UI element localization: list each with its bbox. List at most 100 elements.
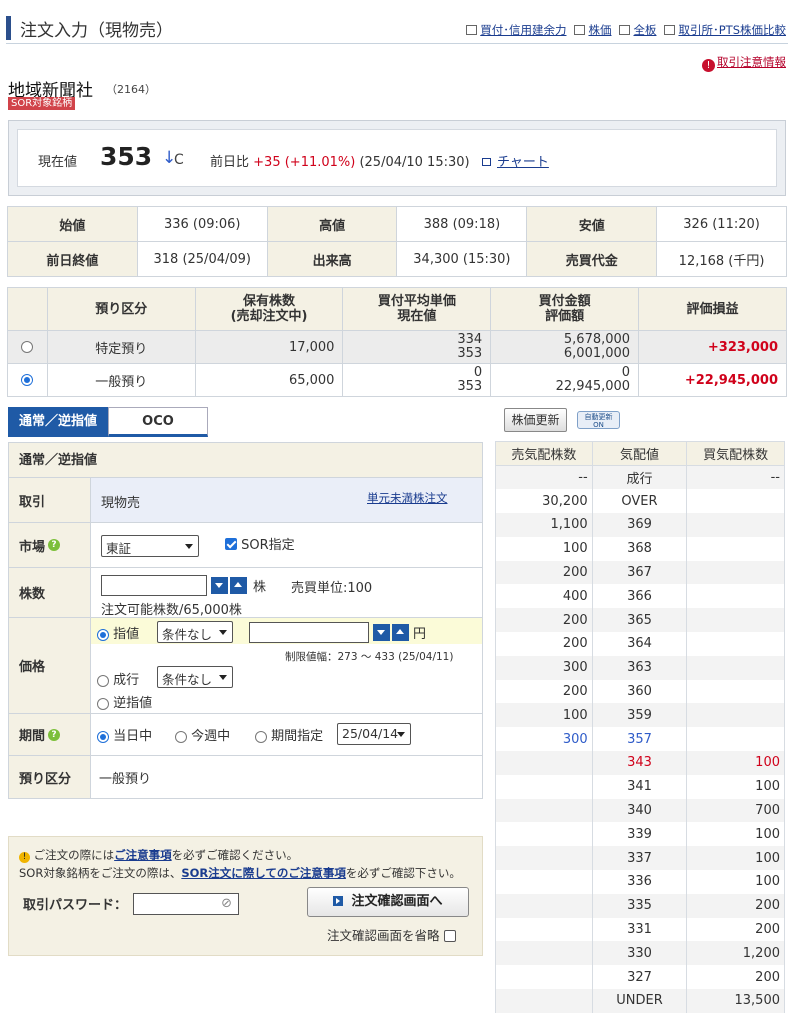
price-cell[interactable]: 341: [591, 774, 688, 799]
help-icon[interactable]: ?: [48, 539, 61, 551]
price-cell[interactable]: 340: [591, 798, 688, 823]
holdings-table: 預り区分 保有株数 (売却注文中) 買付平均単価 現在値 買付金額 評価額 評価…: [7, 287, 787, 397]
stock-code: （2164）: [106, 83, 156, 96]
tab-oco[interactable]: OCO: [108, 407, 208, 437]
buy-qty-cell: [686, 655, 785, 680]
odd-lot-order-link[interactable]: 単元未満株注文: [367, 490, 448, 506]
exchange-compare-link[interactable]: 取引所･PTS株価比較: [678, 23, 786, 37]
trade-label: 取引: [9, 478, 91, 522]
password-label: 取引パスワード：: [23, 898, 128, 913]
quantity-down-button[interactable]: [211, 577, 228, 594]
price-stats-table: 始値 336 (09:06) 高値 388 (09:18) 安値 326 (11:20…: [7, 206, 787, 277]
order-form: 通常／逆指値 取引 現物売 単元未満株注文 市場? 東証 SOR指定 株数 株 …: [8, 442, 483, 799]
order-book-row: 30,200 OVER: [495, 489, 785, 514]
price-cell[interactable]: 成行: [591, 465, 688, 490]
price-up-button[interactable]: [392, 624, 409, 641]
refresh-price-button[interactable]: 株価更新: [504, 408, 567, 432]
sell-qty-cell: [495, 965, 593, 990]
price-cell[interactable]: 368: [591, 536, 688, 561]
price-cell[interactable]: 359: [591, 703, 688, 728]
period-specify-radio[interactable]: [255, 730, 267, 743]
price-cell[interactable]: 363: [591, 655, 688, 680]
sell-qty-cell: --: [495, 465, 593, 490]
market-select[interactable]: 東証: [101, 535, 199, 557]
order-book-row: 330 1,200: [495, 941, 785, 966]
sell-qty-cell: [495, 893, 593, 918]
price-down-button[interactable]: [373, 624, 390, 641]
limit-order-radio[interactable]: [97, 628, 109, 641]
account-radio-general[interactable]: [21, 374, 34, 386]
sor-notes-link[interactable]: SOR注文に際してのご注意事項: [181, 866, 346, 880]
limit-price-input[interactable]: [249, 622, 369, 643]
period-week-radio[interactable]: [175, 730, 187, 743]
caution-info-link[interactable]: ! 取引注意情報: [702, 54, 786, 72]
period-date-select[interactable]: 25/04/14: [337, 723, 411, 745]
price-cell[interactable]: UNDER: [591, 989, 688, 1013]
price-cell[interactable]: 343: [591, 751, 688, 775]
sell-qty-cell: 300: [495, 655, 593, 680]
yen-unit: 円: [413, 627, 427, 642]
eye-off-icon[interactable]: ⊘: [221, 896, 232, 911]
order-book-row: UNDER 13,500: [495, 989, 785, 1013]
price-cell[interactable]: 331: [591, 917, 688, 942]
sell-qty-cell: 200: [495, 679, 593, 704]
chart-link[interactable]: チャート: [482, 151, 549, 170]
account-radio-specific[interactable]: [21, 341, 34, 353]
quote-link[interactable]: 株価: [588, 23, 611, 37]
price-cell[interactable]: 336: [591, 870, 688, 894]
period-today-radio[interactable]: [97, 730, 109, 743]
order-book-table: 売気配株数 気配値 買気配株数 -- 成行 -- 30,200 OVER 1,100 369…: [495, 441, 785, 1013]
market-order-radio[interactable]: [97, 674, 109, 687]
sell-qty-cell: 100: [495, 536, 593, 561]
caution-notes-link[interactable]: ご注意事項: [114, 848, 172, 862]
tab-normal-order[interactable]: 通常／逆指値: [8, 407, 108, 437]
price-cell[interactable]: 337: [591, 846, 688, 871]
limit-condition-select[interactable]: 条件なし: [157, 621, 233, 643]
price-cell[interactable]: 327: [591, 965, 688, 990]
price-cell[interactable]: 360: [591, 679, 688, 704]
full-board-link[interactable]: 全板: [633, 23, 656, 37]
current-price: 353: [100, 142, 153, 171]
table-row: 特定預り 17,000 334 353 5,678,000 6,001,000 +3…: [7, 330, 787, 364]
price-cell[interactable]: 367: [591, 560, 688, 585]
price-cell[interactable]: 339: [591, 822, 688, 847]
col-amount: 買付金額 評価額: [490, 287, 640, 331]
price-cell[interactable]: 365: [591, 608, 688, 633]
help-icon[interactable]: ?: [48, 728, 61, 741]
stop-order-radio[interactable]: [97, 697, 109, 710]
price-cell[interactable]: 366: [591, 584, 688, 609]
price-cell[interactable]: OVER: [591, 489, 688, 514]
order-book-row: 341 100: [495, 774, 785, 799]
price-flag: C: [174, 152, 184, 168]
price-cell[interactable]: 335: [591, 893, 688, 918]
sell-qty-cell: [495, 941, 593, 966]
confirm-order-button[interactable]: 注文確認画面へ: [307, 887, 469, 917]
order-book-row: 343 100: [495, 751, 785, 775]
account-type-value: 一般預り: [99, 772, 152, 787]
market-label: 市場: [19, 539, 46, 555]
sell-qty-cell: 30,200: [495, 489, 593, 514]
sell-qty-cell: 400: [495, 584, 593, 609]
skip-confirm-checkbox[interactable]: [443, 930, 456, 942]
buy-qty-cell: --: [686, 465, 785, 490]
board-icon: [619, 25, 631, 35]
password-input[interactable]: ⊘: [133, 893, 239, 915]
buy-qty-cell: [686, 489, 785, 514]
buy-qty-cell: 200: [686, 965, 785, 990]
price-cell[interactable]: 330: [591, 941, 688, 966]
sell-qty-cell: [495, 822, 593, 847]
price-cell[interactable]: 369: [591, 513, 688, 537]
sor-checkbox[interactable]: [225, 538, 237, 550]
market-condition-select[interactable]: 条件なし: [157, 666, 233, 688]
stat-header: 売買代金: [526, 241, 658, 277]
buying-power-link[interactable]: 買付･信用建余力: [480, 23, 566, 37]
price-cell[interactable]: 357: [591, 727, 688, 752]
quantity-up-button[interactable]: [230, 577, 247, 594]
col-pl: 評価損益: [638, 287, 787, 331]
auto-refresh-toggle[interactable]: 自動更新 ON: [577, 411, 620, 429]
quantity-input[interactable]: [101, 575, 207, 596]
sell-qty-cell: [495, 846, 593, 871]
list-icon: [574, 25, 586, 35]
col-sell-qty: 売気配株数: [495, 441, 593, 466]
price-cell[interactable]: 364: [591, 632, 688, 656]
